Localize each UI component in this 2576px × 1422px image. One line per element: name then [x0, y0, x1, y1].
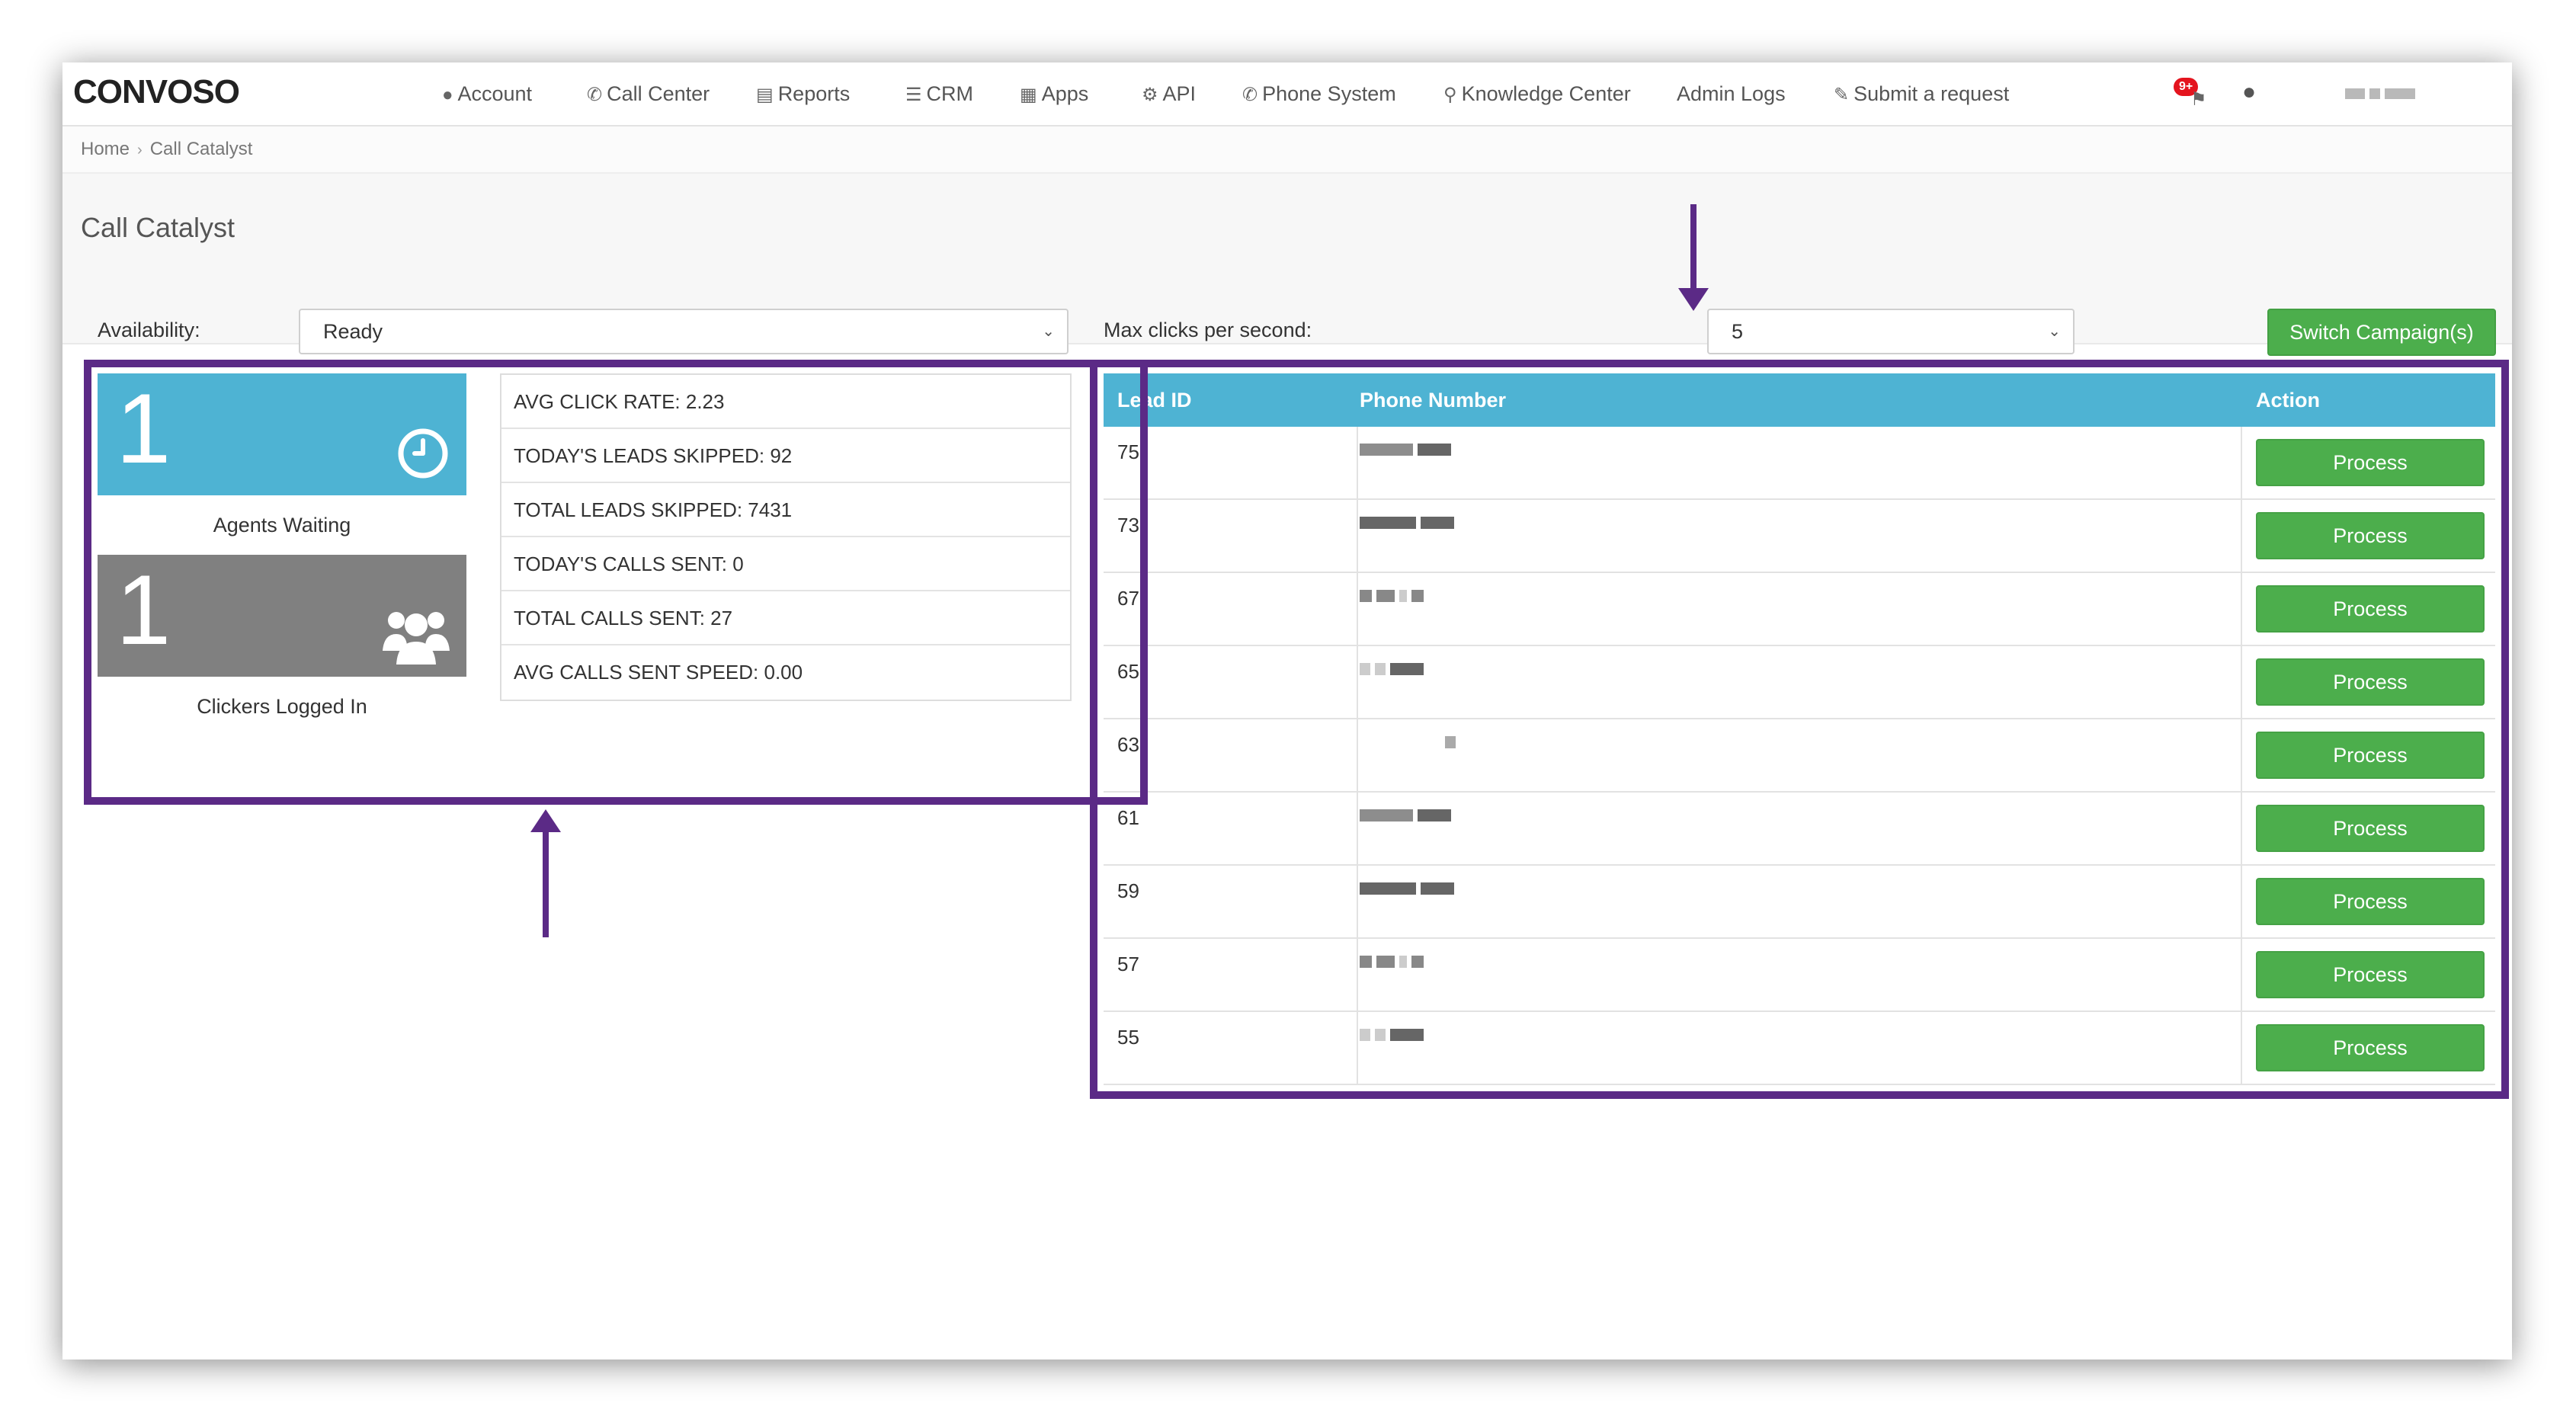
breadcrumb-home[interactable]: Home: [81, 139, 130, 159]
nav-submit-request[interactable]: ✎ Submit a request: [1834, 76, 2009, 111]
table-highlight-box: [1090, 360, 2509, 1099]
max-clicks-label: Max clicks per second:: [1104, 319, 1312, 341]
nav-knowledge-center[interactable]: ⚲ Knowledge Center: [1443, 76, 1631, 111]
arrow-up-shaft: [543, 831, 549, 937]
switch-campaigns-button[interactable]: Switch Campaign(s): [2267, 309, 2496, 356]
list-icon: ☰: [905, 85, 922, 105]
arrow-up-head: [530, 809, 561, 832]
max-clicks-select[interactable]: 5 ⌄: [1707, 309, 2075, 354]
breadcrumb-current: Call Catalyst: [149, 139, 253, 159]
nav-apps[interactable]: ▦ Apps: [1020, 76, 1088, 111]
arrow-down-shaft: [1690, 204, 1697, 294]
bell-icon: ⚑: [2190, 89, 2207, 110]
nav-call-center[interactable]: ✆ Call Center: [587, 76, 710, 111]
phone-icon: ✆: [587, 85, 603, 105]
stats-highlight-box: [84, 360, 1148, 805]
grid-icon: ▦: [1020, 85, 1037, 105]
notifications-bell[interactable]: 9+ ⚑: [2174, 78, 2212, 111]
nav-admin-logs[interactable]: Admin Logs: [1677, 76, 1786, 111]
top-navbar: CONVOSO ● Account ✆ Call Center ▤ Reports ☰…: [62, 62, 2512, 127]
user-name-redacted[interactable]: [2345, 88, 2420, 103]
nav-account[interactable]: ● Account: [442, 76, 532, 111]
gear-icon: ⚙: [1142, 85, 1158, 105]
chevron-down-icon: ⌄: [1042, 323, 1055, 340]
phone-icon: ✆: [1242, 85, 1258, 105]
user-icon: ●: [442, 85, 453, 105]
convoso-logo[interactable]: CONVOSO: [73, 73, 240, 111]
availability-label: Availability:: [98, 319, 200, 341]
breadcrumb: Home › Call Catalyst: [62, 127, 2512, 174]
chevron-down-icon: ⌄: [2048, 323, 2061, 340]
arrow-down-head: [1678, 288, 1709, 311]
nav-phone-system[interactable]: ✆ Phone System: [1242, 76, 1396, 111]
page-title: Call Catalyst: [81, 212, 235, 243]
nav-crm[interactable]: ☰ CRM: [905, 76, 973, 111]
chevron-right-icon: ›: [137, 142, 143, 159]
nav-api[interactable]: ⚙ API: [1142, 76, 1196, 111]
availability-select[interactable]: Ready ⌄: [299, 309, 1069, 354]
app-window: CONVOSO ● Account ✆ Call Center ▤ Reports ☰…: [62, 62, 2512, 1360]
user-menu-icon[interactable]: ●: [2242, 79, 2256, 105]
lightbulb-icon: ⚲: [1443, 85, 1457, 105]
ticket-icon: ✎: [1834, 85, 1850, 105]
bar-chart-icon: ▤: [756, 85, 774, 105]
nav-reports[interactable]: ▤ Reports: [756, 76, 850, 111]
